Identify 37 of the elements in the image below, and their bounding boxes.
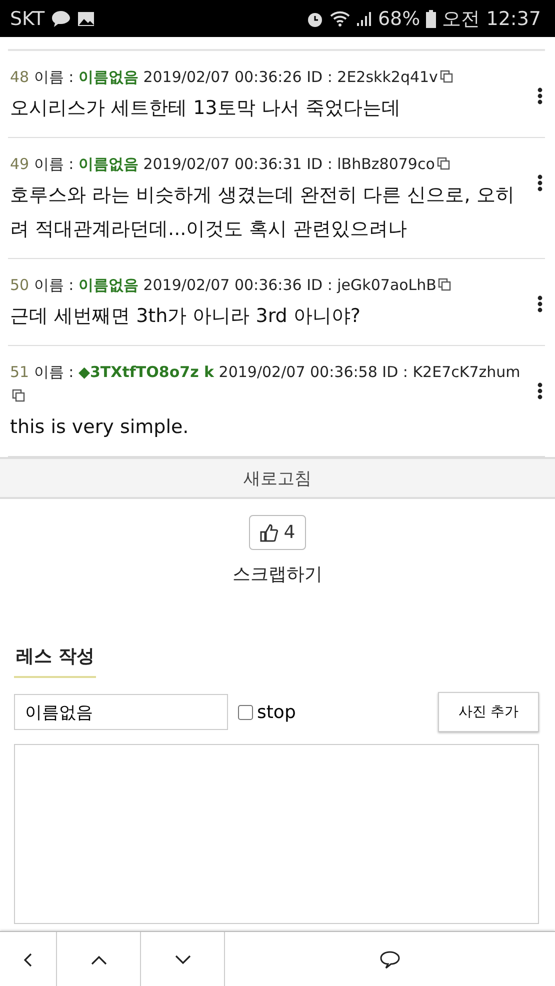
section-title: 레스 작성: [14, 644, 96, 678]
post-header: 50 이름 : 이름없음 2019/02/07 00:36:36 ID : jeGk07aoLhB: [10, 273, 527, 297]
chevron-up-icon: [90, 954, 106, 964]
stop-checkbox[interactable]: [238, 704, 253, 720]
post-header: 51 이름 : ◆3TXtfTO8o7z k 2019/02/07 00:36:58 ID : K2E7cK7zhum: [10, 360, 527, 408]
post-body: this is very simple.: [10, 415, 190, 440]
add-photo-button[interactable]: 사진 추가: [438, 692, 539, 732]
thumbs-up-icon: [260, 524, 278, 542]
copy-icon[interactable]: [438, 278, 452, 291]
wifi-icon: [330, 10, 350, 26]
post-header: 48 이름 : 이름없음 2019/02/07 00:36:26 ID : 2E2skk2q41v: [10, 65, 527, 89]
more-options-icon[interactable]: [537, 174, 543, 192]
chevron-down-icon: [174, 954, 190, 964]
carrier-label: SKT: [10, 8, 45, 30]
copy-icon[interactable]: [436, 157, 450, 170]
post-header: 49 이름 : 이름없음 2019/02/07 00:36:31 ID : lBhBz8079co: [10, 152, 527, 176]
post-body: 오시리스가 세트한테 13토막 나서 죽었다는데: [10, 96, 402, 121]
scrap-link[interactable]: 스크랩하기: [232, 562, 322, 586]
post-body: 근데 세번째면 3th가 아니라 3rd 아니야?: [10, 304, 362, 329]
battery-icon: [426, 10, 436, 28]
refresh-button[interactable]: 새로고침: [0, 457, 555, 499]
speech-bubble-icon: [379, 950, 401, 970]
image-icon: [76, 10, 95, 26]
post-body: 호루스와 라는 비슷하게 생겼는데 완전히 다른 신으로, 오히려 적대관계라던데...이것도 혹시 관련있으려나: [10, 183, 516, 242]
copy-icon[interactable]: [440, 70, 453, 83]
battery-percent: 68%: [378, 8, 420, 30]
chevron-left-icon: [23, 952, 33, 966]
name-input[interactable]: 이름없음: [14, 694, 228, 730]
signal-icon: [356, 10, 372, 26]
chat-bubble-icon: [50, 10, 71, 28]
more-options-icon[interactable]: [537, 295, 543, 313]
copy-icon[interactable]: [12, 389, 25, 402]
more-options-icon[interactable]: [537, 382, 543, 400]
like-button[interactable]: 4: [248, 515, 306, 550]
more-options-icon[interactable]: [537, 87, 543, 105]
clock: 오전 12:37: [442, 6, 541, 32]
stop-label: stop: [257, 702, 296, 722]
